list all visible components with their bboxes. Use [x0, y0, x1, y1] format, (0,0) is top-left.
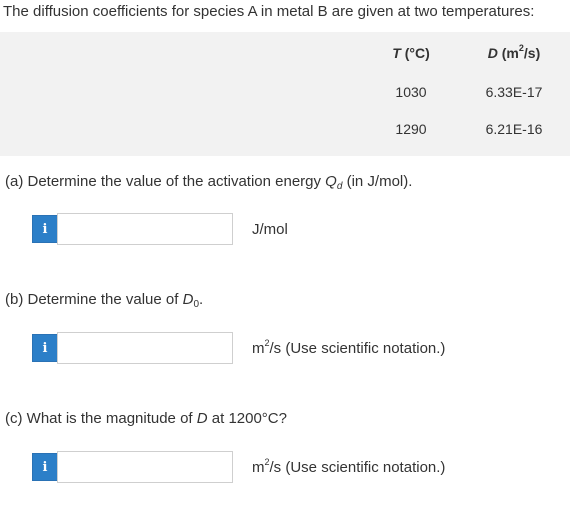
info-icon[interactable]: i — [32, 453, 58, 481]
answer-b-unit: m2/s (Use scientific notation.) — [252, 338, 446, 358]
question-b-prefix: (b) Determine the value of — [5, 291, 183, 308]
question-a: (a) Determine the value of the activatio… — [5, 173, 413, 192]
answer-c-unit-rest: /s (Use scientific notation.) — [269, 459, 446, 476]
answer-b-unit-rest: /s (Use scientific notation.) — [269, 340, 446, 357]
data-table: T (°C) D (m2/s) 1030 6.33E-17 1290 6.21E… — [0, 32, 570, 156]
answer-a-unit: J/mol — [252, 221, 288, 238]
question-a-prefix: (a) Determine the value of the activatio… — [5, 173, 326, 190]
question-b: (b) Determine the value of D0. — [5, 291, 204, 310]
header-diffusion-exponent: 2 — [518, 43, 524, 54]
answer-c-unit-exponent: 2 — [264, 457, 270, 467]
question-a-symbol: Q — [325, 173, 337, 190]
table-cell-d-2: 6.21E-16 — [485, 121, 543, 137]
answer-c-input[interactable] — [57, 451, 233, 483]
question-b-symbol: D — [182, 291, 194, 308]
header-diffusion: D (m2/s) — [466, 43, 562, 61]
question-c-suffix: at 1200°C? — [207, 410, 287, 427]
table-cell-d-1: 6.33E-17 — [485, 84, 543, 100]
header-temperature: T (°C) — [370, 45, 452, 61]
info-icon[interactable]: i — [32, 215, 58, 243]
answer-b-unit-base: m — [252, 340, 265, 357]
table-cell-temp-1: 1030 — [395, 84, 427, 100]
problem-intro: The diffusion coefficients for species A… — [3, 3, 535, 20]
question-c-symbol: D — [196, 410, 208, 427]
question-a-suffix: (in J/mol). — [342, 173, 413, 190]
header-diffusion-unit: (m — [497, 45, 519, 61]
info-icon[interactable]: i — [32, 334, 58, 362]
answer-c-unit: m2/s (Use scientific notation.) — [252, 457, 446, 477]
answer-c-unit-base: m — [252, 459, 265, 476]
question-c: (c) What is the magnitude of D at 1200°C… — [5, 410, 287, 427]
header-diffusion-unit-close: /s) — [523, 45, 541, 61]
header-temperature-unit: (°C) — [400, 45, 430, 61]
answer-b-input[interactable] — [57, 332, 233, 364]
question-c-prefix: (c) What is the magnitude of — [5, 410, 197, 427]
table-cell-temp-2: 1290 — [395, 121, 427, 137]
header-diffusion-symbol: D — [487, 45, 498, 61]
answer-b-unit-exponent: 2 — [264, 338, 270, 348]
header-temperature-symbol: T — [392, 45, 401, 61]
question-b-subscript: 0 — [193, 299, 199, 310]
question-b-suffix: . — [199, 291, 204, 308]
question-a-subscript: d — [336, 181, 343, 192]
answer-a-input[interactable] — [57, 213, 233, 245]
